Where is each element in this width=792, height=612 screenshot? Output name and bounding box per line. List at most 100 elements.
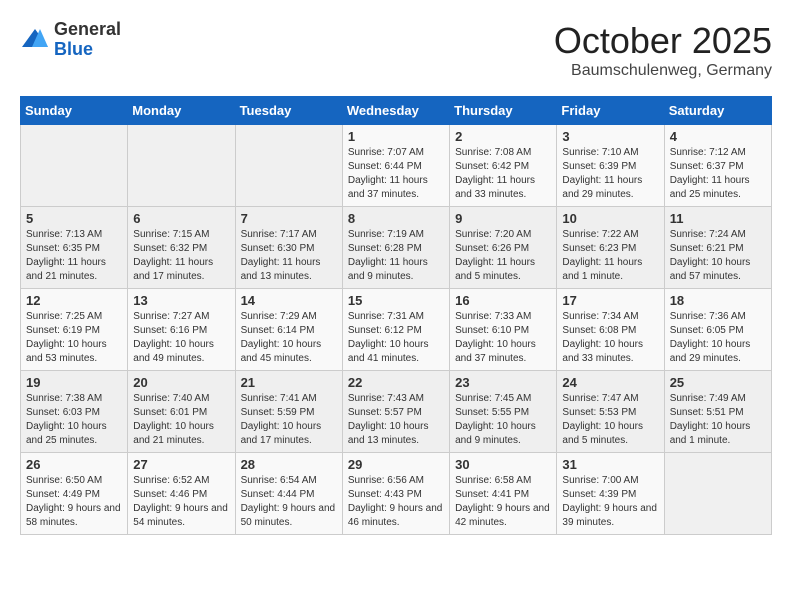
- calendar-header-saturday: Saturday: [664, 97, 771, 125]
- calendar-title: October 2025: [554, 20, 772, 62]
- day-number: 2: [455, 129, 551, 144]
- day-info: Sunrise: 6:52 AM Sunset: 4:46 PM Dayligh…: [133, 474, 229, 530]
- calendar-header-row: SundayMondayTuesdayWednesdayThursdayFrid…: [21, 97, 772, 125]
- day-number: 5: [26, 211, 122, 226]
- calendar-header-wednesday: Wednesday: [342, 97, 449, 125]
- day-info: Sunrise: 7:08 AM Sunset: 6:42 PM Dayligh…: [455, 146, 551, 202]
- calendar-cell: [664, 453, 771, 535]
- calendar-cell: 21Sunrise: 7:41 AM Sunset: 5:59 PM Dayli…: [235, 371, 342, 453]
- day-info: Sunrise: 7:12 AM Sunset: 6:37 PM Dayligh…: [670, 146, 766, 202]
- calendar-cell: 7 Sunrise: 7:17 AM Sunset: 6:30 PM Daylig…: [235, 207, 342, 289]
- day-info: Sunrise: 7:24 AM Sunset: 6:21 PM Dayligh…: [670, 228, 766, 284]
- day-info: Sunrise: 7:36 AM Sunset: 6:05 PM Dayligh…: [670, 310, 766, 366]
- calendar-cell: [21, 125, 128, 207]
- day-info: Sunrise: 7:41 AM Sunset: 5:59 PM Dayligh…: [241, 392, 337, 448]
- calendar-cell: 27 Sunrise: 6:52 AM Sunset: 4:46 PM Dayli…: [128, 453, 235, 535]
- day-number: 28: [241, 457, 337, 472]
- day-info: Sunrise: 6:56 AM Sunset: 4:43 PM Dayligh…: [348, 474, 444, 530]
- day-number: 6: [133, 211, 229, 226]
- day-number: 24: [562, 375, 658, 390]
- calendar-cell: 24 Sunrise: 7:47 AM Sunset: 5:53 PM Dayli…: [557, 371, 664, 453]
- day-number: 17: [562, 293, 658, 308]
- day-info: Sunrise: 7:38 AM Sunset: 6:03 PM Dayligh…: [26, 392, 122, 448]
- day-info: Sunrise: 7:29 AM Sunset: 6:14 PM Dayligh…: [241, 310, 337, 366]
- day-info: Sunrise: 7:45 AM Sunset: 5:55 PM Dayligh…: [455, 392, 551, 448]
- calendar-cell: 3 Sunrise: 7:10 AM Sunset: 6:39 PM Daylig…: [557, 125, 664, 207]
- calendar-week-row: 19 Sunrise: 7:38 AM Sunset: 6:03 PM Dayli…: [21, 371, 772, 453]
- logo-general-text: General: [54, 20, 121, 40]
- calendar-cell: 16Sunrise: 7:33 AM Sunset: 6:10 PM Dayli…: [450, 289, 557, 371]
- calendar-cell: 30Sunrise: 6:58 AM Sunset: 4:41 PM Dayli…: [450, 453, 557, 535]
- page-header: General Blue October 2025 Baumschulenweg…: [20, 20, 772, 80]
- day-info: Sunrise: 7:40 AM Sunset: 6:01 PM Dayligh…: [133, 392, 229, 448]
- calendar-week-row: 12 Sunrise: 7:25 AM Sunset: 6:19 PM Dayli…: [21, 289, 772, 371]
- calendar-header-tuesday: Tuesday: [235, 97, 342, 125]
- day-number: 19: [26, 375, 122, 390]
- day-info: Sunrise: 6:54 AM Sunset: 4:44 PM Dayligh…: [241, 474, 337, 530]
- calendar-cell: 20 Sunrise: 7:40 AM Sunset: 6:01 PM Dayli…: [128, 371, 235, 453]
- day-number: 10: [562, 211, 658, 226]
- title-block: October 2025 Baumschulenweg, Germany: [554, 20, 772, 80]
- calendar-cell: 28 Sunrise: 6:54 AM Sunset: 4:44 PM Dayli…: [235, 453, 342, 535]
- day-number: 11: [670, 211, 766, 226]
- day-number: 31: [562, 457, 658, 472]
- calendar-cell: 26Sunrise: 6:50 AM Sunset: 4:49 PM Dayli…: [21, 453, 128, 535]
- day-info: Sunrise: 7:13 AM Sunset: 6:35 PM Dayligh…: [26, 228, 122, 284]
- day-number: 22: [348, 375, 444, 390]
- calendar-cell: 17 Sunrise: 7:34 AM Sunset: 6:08 PM Dayli…: [557, 289, 664, 371]
- day-info: Sunrise: 7:17 AM Sunset: 6:30 PM Dayligh…: [241, 228, 337, 284]
- calendar-cell: 6 Sunrise: 7:15 AM Sunset: 6:32 PM Daylig…: [128, 207, 235, 289]
- day-info: Sunrise: 7:34 AM Sunset: 6:08 PM Dayligh…: [562, 310, 658, 366]
- calendar-header-friday: Friday: [557, 97, 664, 125]
- calendar-cell: 12 Sunrise: 7:25 AM Sunset: 6:19 PM Dayli…: [21, 289, 128, 371]
- day-info: Sunrise: 7:25 AM Sunset: 6:19 PM Dayligh…: [26, 310, 122, 366]
- day-number: 26: [26, 457, 122, 472]
- day-info: Sunrise: 7:20 AM Sunset: 6:26 PM Dayligh…: [455, 228, 551, 284]
- calendar-cell: 8Sunrise: 7:19 AM Sunset: 6:28 PM Daylig…: [342, 207, 449, 289]
- day-info: Sunrise: 7:22 AM Sunset: 6:23 PM Dayligh…: [562, 228, 658, 284]
- calendar-cell: 13Sunrise: 7:27 AM Sunset: 6:16 PM Dayli…: [128, 289, 235, 371]
- day-number: 4: [670, 129, 766, 144]
- day-number: 9: [455, 211, 551, 226]
- day-info: Sunrise: 6:58 AM Sunset: 4:41 PM Dayligh…: [455, 474, 551, 530]
- logo: General Blue: [20, 20, 121, 60]
- calendar-cell: 4 Sunrise: 7:12 AM Sunset: 6:37 PM Daylig…: [664, 125, 771, 207]
- day-info: Sunrise: 7:19 AM Sunset: 6:28 PM Dayligh…: [348, 228, 444, 284]
- calendar-cell: 18Sunrise: 7:36 AM Sunset: 6:05 PM Dayli…: [664, 289, 771, 371]
- calendar-cell: 15Sunrise: 7:31 AM Sunset: 6:12 PM Dayli…: [342, 289, 449, 371]
- day-info: Sunrise: 7:00 AM Sunset: 4:39 PM Dayligh…: [562, 474, 658, 530]
- day-info: Sunrise: 7:07 AM Sunset: 6:44 PM Dayligh…: [348, 146, 444, 202]
- day-number: 23: [455, 375, 551, 390]
- calendar-cell: 22Sunrise: 7:43 AM Sunset: 5:57 PM Dayli…: [342, 371, 449, 453]
- day-number: 14: [241, 293, 337, 308]
- day-info: Sunrise: 7:49 AM Sunset: 5:51 PM Dayligh…: [670, 392, 766, 448]
- day-number: 16: [455, 293, 551, 308]
- day-info: Sunrise: 7:15 AM Sunset: 6:32 PM Dayligh…: [133, 228, 229, 284]
- day-number: 12: [26, 293, 122, 308]
- day-info: Sunrise: 7:31 AM Sunset: 6:12 PM Dayligh…: [348, 310, 444, 366]
- logo-text: General Blue: [54, 20, 121, 60]
- calendar-header-thursday: Thursday: [450, 97, 557, 125]
- day-number: 25: [670, 375, 766, 390]
- calendar-cell: 5 Sunrise: 7:13 AM Sunset: 6:35 PM Daylig…: [21, 207, 128, 289]
- day-number: 7: [241, 211, 337, 226]
- calendar-header-sunday: Sunday: [21, 97, 128, 125]
- calendar-cell: 10 Sunrise: 7:22 AM Sunset: 6:23 PM Dayli…: [557, 207, 664, 289]
- calendar-cell: 1 Sunrise: 7:07 AM Sunset: 6:44 PM Daylig…: [342, 125, 449, 207]
- day-number: 1: [348, 129, 444, 144]
- calendar-header-monday: Monday: [128, 97, 235, 125]
- calendar-cell: 23 Sunrise: 7:45 AM Sunset: 5:55 PM Dayli…: [450, 371, 557, 453]
- day-info: Sunrise: 7:10 AM Sunset: 6:39 PM Dayligh…: [562, 146, 658, 202]
- day-number: 13: [133, 293, 229, 308]
- calendar-week-row: 26Sunrise: 6:50 AM Sunset: 4:49 PM Dayli…: [21, 453, 772, 535]
- day-number: 27: [133, 457, 229, 472]
- day-number: 3: [562, 129, 658, 144]
- calendar-cell: 2 Sunrise: 7:08 AM Sunset: 6:42 PM Daylig…: [450, 125, 557, 207]
- calendar-cell: [235, 125, 342, 207]
- calendar-cell: 9 Sunrise: 7:20 AM Sunset: 6:26 PM Daylig…: [450, 207, 557, 289]
- calendar-cell: 25 Sunrise: 7:49 AM Sunset: 5:51 PM Dayli…: [664, 371, 771, 453]
- day-number: 20: [133, 375, 229, 390]
- logo-blue-text: Blue: [54, 40, 121, 60]
- day-info: Sunrise: 7:47 AM Sunset: 5:53 PM Dayligh…: [562, 392, 658, 448]
- calendar-cell: 19 Sunrise: 7:38 AM Sunset: 6:03 PM Dayli…: [21, 371, 128, 453]
